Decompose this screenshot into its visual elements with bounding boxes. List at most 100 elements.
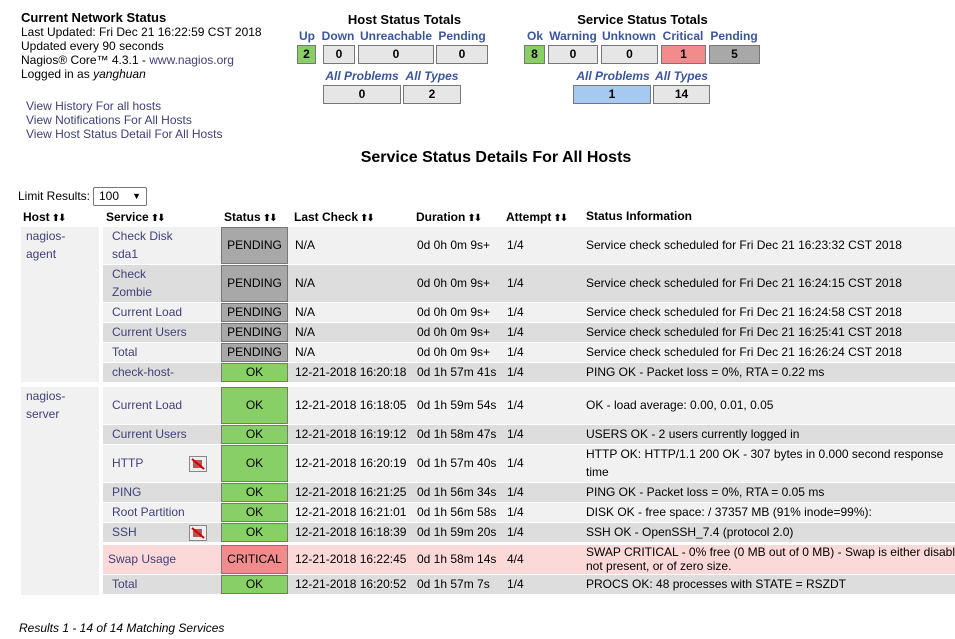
attempt: 1/4 — [507, 276, 524, 290]
service-name[interactable]: HTTP — [112, 456, 143, 470]
sort-arrows-icon[interactable]: ⬆⬇ — [467, 213, 482, 224]
logged-in-label: Logged in as — [21, 67, 94, 81]
service-critical-count[interactable]: 1 — [661, 45, 706, 64]
service-unknown-label[interactable]: Unknown — [600, 29, 658, 43]
status-info-text: not present, or of zero size. — [586, 559, 732, 573]
service-ok-label[interactable]: Ok — [523, 29, 547, 43]
host-unreachable-label[interactable]: Unreachable — [359, 29, 433, 43]
host-link-nagios-server[interactable]: nagios-server — [26, 387, 99, 423]
service-link[interactable]: HTTP — [107, 445, 187, 482]
host-down-count[interactable]: 0 — [323, 45, 355, 64]
service-name[interactable]: Check Disk — [112, 229, 173, 243]
service-pending-label[interactable]: Pending — [708, 29, 760, 43]
sort-arrows-icon[interactable]: ⬆⬇ — [151, 213, 166, 224]
column-header-duration[interactable]: Duration ⬆⬇ — [416, 209, 482, 227]
host-up-label[interactable]: Up — [297, 29, 317, 43]
service-name[interactable]: Swap Usage — [108, 552, 176, 566]
column-header-host[interactable]: Host ⬆⬇ — [23, 209, 67, 227]
host-all-types-label[interactable]: All Types — [403, 69, 461, 83]
status-info-text: SWAP CRITICAL - 0% free (0 MB out of 0 M… — [586, 545, 955, 559]
service-name[interactable]: Current Load — [112, 305, 182, 319]
service-link[interactable]: Check Disk sda1 — [107, 227, 187, 264]
status-info: Service check scheduled for Fri Dec 21 1… — [581, 227, 955, 264]
service-link[interactable]: Swap Usage — [103, 545, 213, 574]
status-badge: OK — [221, 483, 288, 502]
service-link[interactable]: Current Load — [107, 303, 187, 322]
host-all-problems-label[interactable]: All Problems — [322, 69, 402, 83]
column-header-attempt[interactable]: Attempt ⬆⬇ — [506, 209, 568, 227]
view-notifications-link[interactable]: View Notifications For All Hosts — [26, 113, 192, 127]
nagios-link[interactable]: www.nagios.org — [149, 53, 234, 67]
service-ok-count[interactable]: 8 — [524, 45, 545, 64]
service-pending-count[interactable]: 5 — [709, 45, 760, 64]
column-label-attempt: Attempt — [506, 210, 552, 224]
notifications-disabled-icon[interactable] — [189, 456, 207, 472]
service-warning-label[interactable]: Warning — [548, 29, 598, 43]
status-badge: CRITICAL — [221, 545, 288, 574]
host-down-label[interactable]: Down — [319, 29, 357, 43]
column-header-last-check[interactable]: Last Check ⬆⬇ — [294, 209, 375, 227]
column-header-status-info: Status Information — [586, 209, 693, 223]
status-info-text: SSH OK - OpenSSH_7.4 (protocol 2.0) — [586, 525, 794, 539]
status-badge: PENDING — [221, 227, 288, 264]
network-status-info: Current Network Status Last Updated: Fri… — [21, 11, 262, 82]
view-history-link[interactable]: View History For all hosts — [26, 99, 161, 113]
service-link[interactable]: Current Load — [107, 387, 187, 424]
sort-arrows-icon[interactable]: ⬆⬇ — [360, 213, 375, 224]
status-info: Service check scheduled for Fri Dec 21 1… — [581, 343, 955, 362]
host-unreachable-count[interactable]: 0 — [358, 45, 434, 64]
service-link[interactable]: Total Processes — [107, 575, 187, 594]
host-totals-title: Host Status Totals — [347, 12, 462, 27]
service-name[interactable]: Current Users — [112, 427, 187, 441]
service-link[interactable]: check-host-alive — [107, 363, 187, 382]
host-name-part: server — [26, 407, 60, 421]
service-link[interactable]: PING — [107, 483, 187, 502]
host-pending-count[interactable]: 0 — [436, 45, 488, 64]
service-link[interactable]: Current Users — [107, 425, 187, 444]
host-up-count[interactable]: 2 — [297, 45, 316, 64]
service-name[interactable]: Current Load — [112, 398, 182, 412]
service-critical-label[interactable]: Critical — [660, 29, 706, 43]
status-info-text: PING OK - Packet loss = 0%, RTA = 0.05 m… — [586, 485, 825, 499]
service-all-types-count[interactable]: 14 — [653, 85, 710, 104]
column-header-service[interactable]: Service ⬆⬇ — [106, 209, 166, 227]
status-info-text: OK - load average: 0.00, 0.01, 0.05 — [586, 398, 774, 412]
service-name[interactable]: sda1 — [112, 247, 138, 261]
host-cell: nagios-server — [21, 387, 99, 595]
service-name[interactable]: check-host-alive — [112, 365, 174, 382]
notifications-disabled-icon[interactable] — [189, 525, 207, 541]
status-badge: PENDING — [221, 343, 288, 362]
service-name[interactable]: Total Processes — [112, 577, 168, 594]
status-info-text: PROCS OK: 48 processes with STATE = RSZD… — [586, 577, 846, 591]
service-name[interactable]: Check Zombie — [112, 267, 152, 299]
service-unknown-count[interactable]: 0 — [601, 45, 658, 64]
service-warning-count[interactable]: 0 — [548, 45, 598, 64]
host-all-problems-count[interactable]: 0 — [323, 85, 401, 104]
service-link[interactable]: Root Partition — [107, 503, 187, 522]
service-name[interactable]: PING — [112, 485, 141, 499]
service-all-problems-label[interactable]: All Problems — [573, 69, 653, 83]
service-name[interactable]: Total Processes — [112, 345, 168, 362]
service-link[interactable]: Current Users — [107, 323, 187, 342]
column-label-last-check: Last Check — [294, 210, 359, 224]
service-all-types-label[interactable]: All Types — [653, 69, 710, 83]
host-all-types-count[interactable]: 2 — [403, 85, 461, 104]
host-link-nagios-agent[interactable]: nagios-agent — [26, 227, 99, 263]
last-check: 12-21-2018 16:19:12 — [295, 427, 407, 441]
sort-arrows-icon[interactable]: ⬆⬇ — [263, 213, 278, 224]
status-info: Service check scheduled for Fri Dec 21 1… — [581, 323, 955, 342]
service-name[interactable]: Current Users — [112, 325, 187, 339]
service-link[interactable]: Check ZombieProcs — [107, 265, 187, 302]
view-host-status-link[interactable]: View Host Status Detail For All Hosts — [26, 127, 223, 141]
status-badge: OK — [221, 425, 288, 444]
sort-arrows-icon[interactable]: ⬆⬇ — [52, 213, 67, 224]
host-pending-label[interactable]: Pending — [436, 29, 488, 43]
service-all-problems-count[interactable]: 1 — [573, 85, 651, 104]
sort-arrows-icon[interactable]: ⬆⬇ — [553, 213, 568, 224]
service-link[interactable]: Total Processes — [107, 343, 187, 362]
service-link[interactable]: SSH — [107, 523, 187, 542]
service-name[interactable]: Root Partition — [112, 505, 185, 519]
service-name[interactable]: SSH — [112, 525, 137, 539]
column-header-status[interactable]: Status ⬆⬇ — [224, 209, 278, 227]
limit-results-select[interactable]: 100 ▼ — [93, 187, 147, 206]
